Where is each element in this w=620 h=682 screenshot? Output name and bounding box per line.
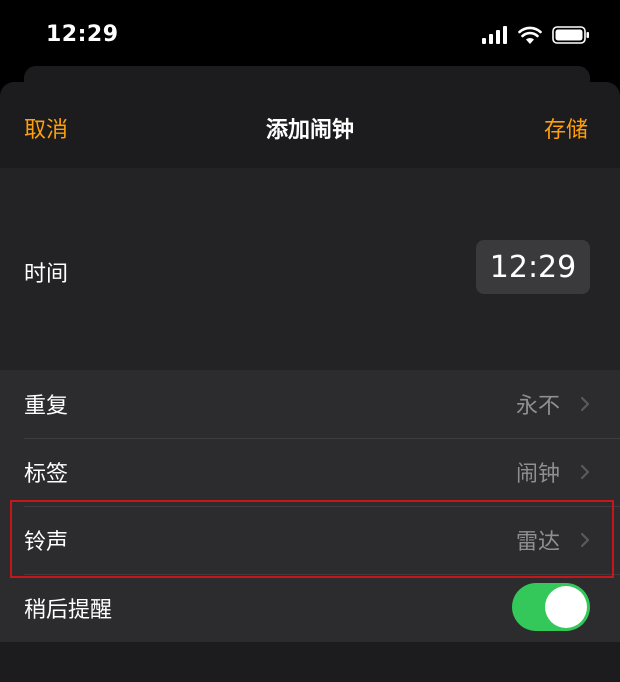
status-icons (482, 24, 590, 46)
signal-icon (482, 26, 507, 44)
snooze-label: 稍后提醒 (24, 598, 113, 623)
settings-list: 重复 永不 标签 闹钟 铃声 雷达 稍后提醒 (0, 370, 620, 642)
chevron-right-icon (580, 464, 590, 480)
chevron-right-icon (580, 396, 590, 412)
wifi-icon (518, 26, 542, 44)
label-value: 闹钟 (515, 462, 560, 487)
time-section: 时间 12:29 (0, 168, 620, 370)
label-label: 标签 (24, 462, 69, 487)
chevron-right-icon (580, 532, 590, 548)
add-alarm-sheet: 取消 添加闹钟 存储 时间 12:29 重复 永不 标签 闹钟 铃声 雷达 稍后… (0, 82, 620, 682)
toggle-knob (545, 586, 587, 628)
battery-icon (552, 26, 589, 44)
time-picker[interactable]: 12:29 (476, 240, 590, 294)
status-bar: 12:29 (0, 0, 620, 70)
nav-bar: 取消 添加闹钟 存储 (0, 82, 620, 168)
page-title: 添加闹钟 (265, 118, 354, 143)
save-button[interactable]: 存储 (544, 112, 588, 144)
snooze-row: 稍后提醒 (0, 574, 620, 642)
label-row[interactable]: 标签 闹钟 (0, 438, 620, 506)
time-label: 时间 (24, 262, 69, 287)
ringtone-label: 铃声 (24, 530, 69, 555)
repeat-row[interactable]: 重复 永不 (0, 370, 620, 438)
ringtone-row[interactable]: 铃声 雷达 (0, 506, 620, 574)
repeat-label: 重复 (24, 394, 69, 419)
repeat-value: 永不 (515, 394, 560, 419)
ringtone-value: 雷达 (515, 530, 560, 555)
status-time: 12:29 (46, 22, 119, 47)
bottom-area (0, 646, 620, 673)
snooze-toggle[interactable] (512, 583, 590, 631)
